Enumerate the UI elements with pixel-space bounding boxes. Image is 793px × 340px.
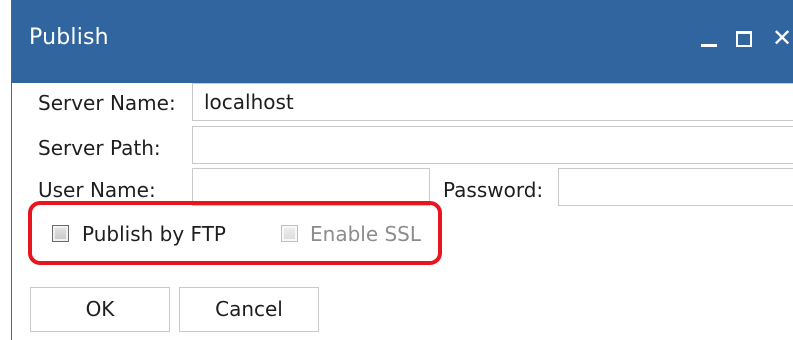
server-name-field[interactable]: localhost [192,83,793,121]
server-name-label: Server Name: [38,91,176,115]
server-path-field[interactable] [192,126,793,164]
password-label: Password: [443,178,544,202]
publish-dialog: Publish ✕ Server Name: localhost Server … [11,0,793,340]
close-icon[interactable]: ✕ [772,24,792,52]
password-field[interactable] [558,168,793,206]
server-path-label: Server Path: [38,136,161,160]
enable-ssl-checkbox[interactable] [281,225,298,242]
window-title: Publish [29,25,109,50]
publish-by-ftp-label[interactable]: Publish by FTP [82,222,226,246]
user-name-label: User Name: [38,178,156,202]
publish-by-ftp-checkbox[interactable] [52,225,69,242]
ok-button[interactable]: OK [30,287,170,332]
title-bar: Publish ✕ [12,0,793,83]
enable-ssl-label[interactable]: Enable SSL [310,222,421,246]
cancel-button[interactable]: Cancel [179,287,319,332]
